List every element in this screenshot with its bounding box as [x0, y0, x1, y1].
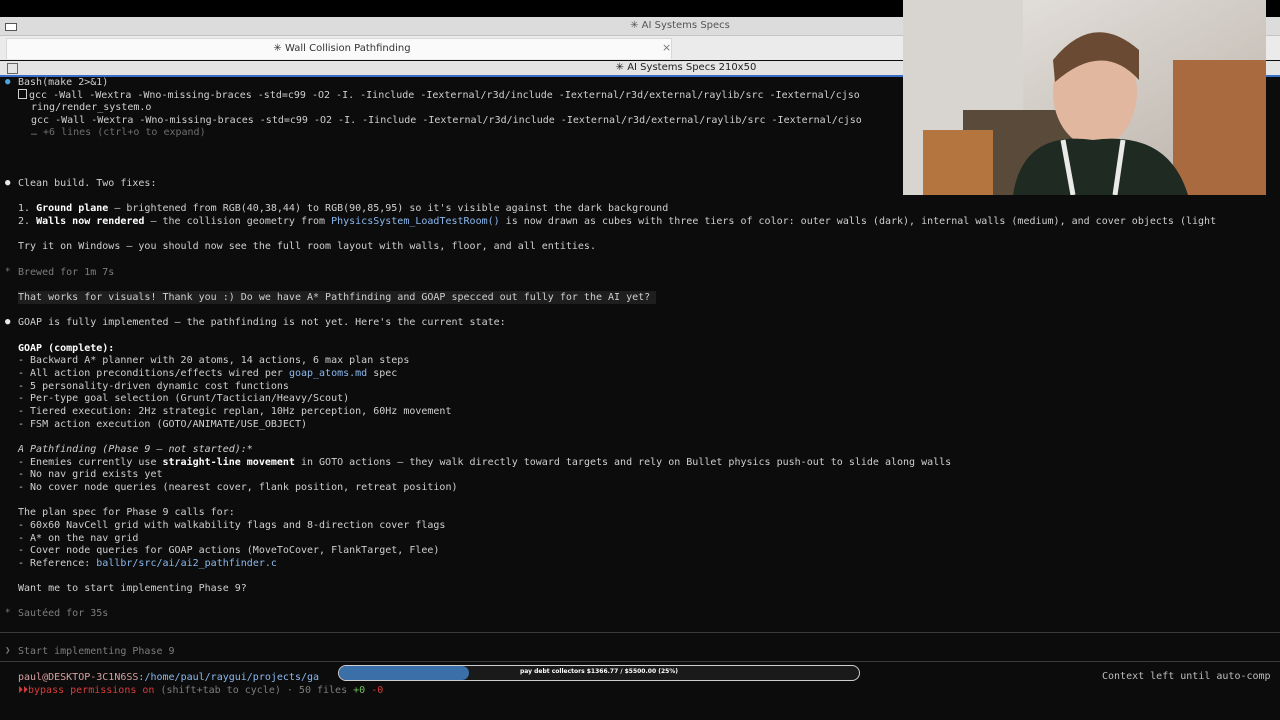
- chevron-right-icon: ❯: [5, 646, 11, 656]
- bash-line-2: ring/render_system.o: [31, 102, 152, 113]
- pathfinding-item: - No nav grid exists yet: [18, 469, 163, 480]
- user-message: That works for visuals! Thank you :) Do …: [18, 291, 657, 304]
- prompt-input[interactable]: Start implementing Phase 9: [18, 645, 175, 658]
- cursor-block: [18, 89, 27, 99]
- context-indicator: Context left until auto-comp: [1102, 671, 1271, 682]
- dot-icon: ●: [5, 178, 11, 188]
- permissions-line[interactable]: ⏵⏵bypass permissions on (shift+tab to cy…: [18, 684, 383, 697]
- progress-label: pay debt collectors $1366.77 / $5500.00 …: [519, 668, 679, 675]
- fix-1: 1. Ground plane — brightened from RGB(40…: [18, 203, 669, 214]
- fix-2: 2. Walls now rendered — the collision ge…: [18, 216, 1217, 227]
- dot-icon: ●: [5, 77, 11, 87]
- bash-more[interactable]: … +6 lines (ctrl+o to expand): [31, 126, 206, 139]
- webcam-overlay: [903, 0, 1266, 195]
- tab-title: ✳ Wall Collision Pathfinding: [273, 43, 411, 54]
- asterisk-icon: *: [5, 608, 11, 618]
- goap-item: - FSM action execution (GOTO/ANIMATE/USE…: [18, 419, 307, 430]
- plan-item: - Cover node queries for GOAP actions (M…: [18, 545, 440, 556]
- dot-icon: ●: [5, 317, 11, 327]
- donation-progress-bar: pay debt collectors $1366.77 / $5500.00 …: [338, 665, 860, 681]
- plan-item: - Reference: ballbr/src/ai/ai2_pathfinde…: [18, 558, 277, 569]
- plan-item: - 60x60 NavCell grid with walkability fl…: [18, 520, 446, 531]
- pathfinding-heading: A Pathfinding (Phase 9 — not started):*: [18, 444, 253, 455]
- brewed-status: Brewed for 1m 7s: [18, 267, 115, 278]
- goap-item: - Per-type goal selection (Grunt/Tactici…: [18, 393, 350, 404]
- response2-intro: GOAP is fully implemented — the pathfind…: [18, 317, 506, 328]
- asterisk-icon: *: [5, 267, 11, 277]
- warning-icon: ⏵⏵: [18, 685, 28, 696]
- try-it-text: Try it on Windows — you should now see t…: [18, 241, 596, 252]
- close-icon[interactable]: ×: [662, 41, 671, 54]
- goap-item: - All action preconditions/effects wired…: [18, 368, 398, 379]
- bash-header: Bash(make 2>&1): [18, 77, 109, 88]
- response1-intro: Clean build. Two fixes:: [18, 178, 157, 189]
- webcam-image: [903, 0, 1266, 195]
- divider: [0, 632, 1280, 633]
- goap-item: - Backward A* planner with 20 atoms, 14 …: [18, 355, 410, 366]
- plan-heading: The plan spec for Phase 9 calls for:: [18, 507, 235, 518]
- divider: [0, 661, 1280, 662]
- pathfinding-item: - No cover node queries (nearest cover, …: [18, 482, 458, 493]
- sauteed-status: Sautéed for 35s: [18, 608, 109, 619]
- goap-item: - Tiered execution: 2Hz strategic replan…: [18, 406, 452, 417]
- status-path: paul@DESKTOP-3C1N6SS:/home/paul/raygui/p…: [18, 672, 320, 683]
- tab-wall-collision[interactable]: ✳ Wall Collision Pathfinding ×: [6, 38, 672, 59]
- question-text: Want me to start implementing Phase 9?: [18, 583, 247, 594]
